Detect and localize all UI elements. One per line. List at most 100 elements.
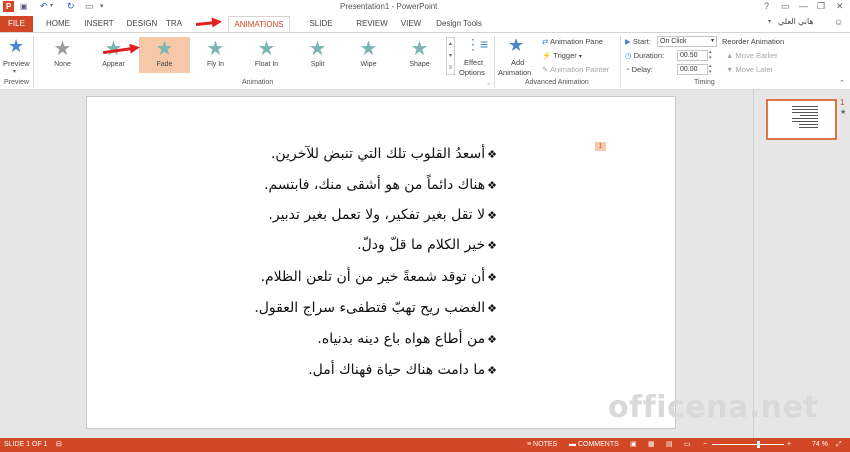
restore-button[interactable]: ❐ [817,1,825,12]
tab-design[interactable]: DESIGN [124,16,160,32]
tab-review[interactable]: REVIEW [354,16,390,32]
normal-view-icon[interactable]: ▣ [630,440,637,450]
undo-dropdown-icon[interactable]: ▾ [50,1,53,12]
tab-home[interactable]: HOME [40,16,76,32]
slide-canvas[interactable]: 1 ❖أسعدُ القلوب تلك التي تنبض للآخرين. ❖… [86,96,676,429]
bullet-line-2[interactable]: ❖هناك دائماً من هو أشقى منك، فابتسم. [264,177,497,193]
move-later-button[interactable]: ▼ Move Later [726,64,773,75]
tab-animations[interactable]: ANIMATIONS [228,16,290,32]
animation-gallery: ★ None ★ Appear ★ Fade ★ Fly In ★ Float … [37,33,457,77]
comments-icon: ▬ [569,441,578,448]
animation-float-in[interactable]: ★ Float In [241,37,292,73]
bullet-icon: ❖ [487,179,497,192]
animation-split[interactable]: ★ Split [292,37,343,73]
add-animation-star-icon: ★ [508,35,525,55]
preview-button[interactable]: ★ Preview ▾ [2,35,30,75]
user-name[interactable]: هاني العلي [778,17,814,26]
bullet-icon: ❖ [487,148,497,161]
save-icon[interactable]: ▣ [20,1,28,12]
smiley-icon[interactable]: ☺ [834,17,843,27]
zoom-in-button[interactable]: + [787,440,791,450]
comments-button[interactable]: ▬ COMMENTS [569,440,619,450]
zoom-out-button[interactable]: − [703,440,707,450]
add-animation-button[interactable]: ★ Add Animation [497,35,537,77]
duration-label-text: Duration: [633,51,665,60]
window-title: Presentation1 - PowerPoint [340,2,438,11]
animation-pane-label: Animation Pane [549,37,603,46]
animation-fade[interactable]: ★ Fade [139,37,190,73]
tab-slide-show[interactable]: SLIDE SHOW [296,16,346,43]
powerpoint-app-icon[interactable]: P [3,1,14,12]
preview-label: Preview [3,59,30,68]
bullet-line-3[interactable]: ❖لا تقل بغير تفكير، ولا تعمل بغير تدبير. [268,207,497,223]
add-animation-label-1: Add [511,58,525,67]
animation-shape[interactable]: ★ Shape [394,37,445,73]
tab-design-tools[interactable]: Design Tools [432,16,486,32]
start-slideshow-icon[interactable]: ▭ [85,1,94,12]
animation-wipe[interactable]: ★ Wipe [343,37,394,73]
animation-pane-button[interactable]: ⇄ Animation Pane [542,36,603,47]
duration-label: ◷ Duration: [625,50,664,61]
preview-star-icon: ★ [8,36,25,56]
bullet-line-6[interactable]: ❖الغضب ريح تهبّ فتطفىء سراج العقول. [254,300,497,316]
undo-icon[interactable]: ↶ [40,1,48,12]
zoom-slider[interactable] [712,444,784,445]
bullet-icon: ❖ [487,302,497,315]
ribbon-tabs: FILE HOME INSERT DESIGN TRA ANIMATIONS S… [0,15,850,43]
bullet-text: ما دامت هناك حياة فهناك أمل. [308,362,486,378]
start-select[interactable]: On Click ▾ [657,36,717,47]
duration-spinner[interactable]: ▴ ▾ [709,49,712,61]
tab-view[interactable]: VIEW [398,16,424,32]
move-earlier-button[interactable]: ▲ Move Earlier [726,50,778,61]
bullet-line-1[interactable]: ❖أسعدُ القلوب تلك التي تنبض للآخرين. [271,146,497,162]
gallery-scroll[interactable]: ▴ ▾ ≡ [446,37,455,75]
delay-input[interactable]: 00.00 [677,64,708,75]
close-button[interactable]: ✕ [836,1,844,12]
preview-dropdown-icon: ▾ [13,69,17,75]
timing-group-label: Timing [694,79,715,86]
duration-input[interactable]: 00.50 [677,50,708,61]
animation-dialog-launcher-icon[interactable]: ⌟ [487,79,490,86]
delay-icon: ◔ [625,65,630,74]
animation-painter-button[interactable]: ✎ Animation Painter [542,64,609,75]
slide-info: SLIDE 1 OF 1 [4,441,48,448]
bullet-text: من أطاع هواه باع دينه بدنياه. [317,331,486,347]
customize-qat-icon[interactable]: ▾ [100,1,104,12]
user-dropdown-icon[interactable]: ▾ [768,18,771,25]
bullet-line-8[interactable]: ❖ما دامت هناك حياة فهناك أمل. [308,362,497,378]
reading-view-icon[interactable]: ▤ [666,440,673,450]
fit-slide-icon[interactable]: ⤢ [836,440,842,450]
animation-order-tag[interactable]: 1 [595,142,606,151]
zoom-level[interactable]: 74 % [812,440,828,450]
slideshow-view-icon[interactable]: ▭ [684,440,691,450]
bullet-line-7[interactable]: ❖من أطاع هواه باع دينه بدنياه. [317,331,497,347]
notes-button[interactable]: ≡ NOTES [527,440,557,450]
redo-icon[interactable]: ↻ [67,1,75,12]
trigger-button[interactable]: ⚡ Trigger ▾ [542,50,582,63]
language-icon[interactable]: ⊟ [56,440,62,450]
animation-none[interactable]: ★ None [37,37,88,73]
animation-fly-in[interactable]: ★ Fly In [190,37,241,73]
bullet-icon: ❖ [487,271,497,284]
ribbon-display-options-icon[interactable]: ▭ [781,1,790,12]
up-arrow-icon: ▲ [726,51,734,60]
animation-pane-icon: ⇄ [542,37,549,46]
tab-insert[interactable]: INSERT [80,16,118,32]
zoom-slider-thumb[interactable] [757,441,760,448]
minimize-button[interactable]: — [799,1,808,12]
delay-value: 00.00 [680,66,698,73]
bullet-line-4[interactable]: ❖خير الكلام ما قلّ ودلّ. [357,237,497,253]
collapse-ribbon-icon[interactable]: ⌃ [839,79,845,87]
duration-value: 00.50 [680,52,698,59]
bullet-icon: ❖ [487,239,497,252]
tab-transitions[interactable]: TRA [166,16,194,32]
bullet-line-5[interactable]: ❖أن توقد شمعةً خير من أن تلعن الظلام. [261,269,497,285]
delay-spinner[interactable]: ▴ ▾ [709,63,712,75]
animation-label: Fade [156,61,173,68]
slide-sorter-icon[interactable]: ▦ [648,440,655,450]
slide-thumbnail-1[interactable] [766,99,837,140]
effect-options-button[interactable]: ⋮≡ Effect Options [458,35,490,77]
tab-file[interactable]: FILE [0,16,33,32]
help-button[interactable]: ? [764,1,769,12]
start-label: ▶ Start: [625,36,651,47]
